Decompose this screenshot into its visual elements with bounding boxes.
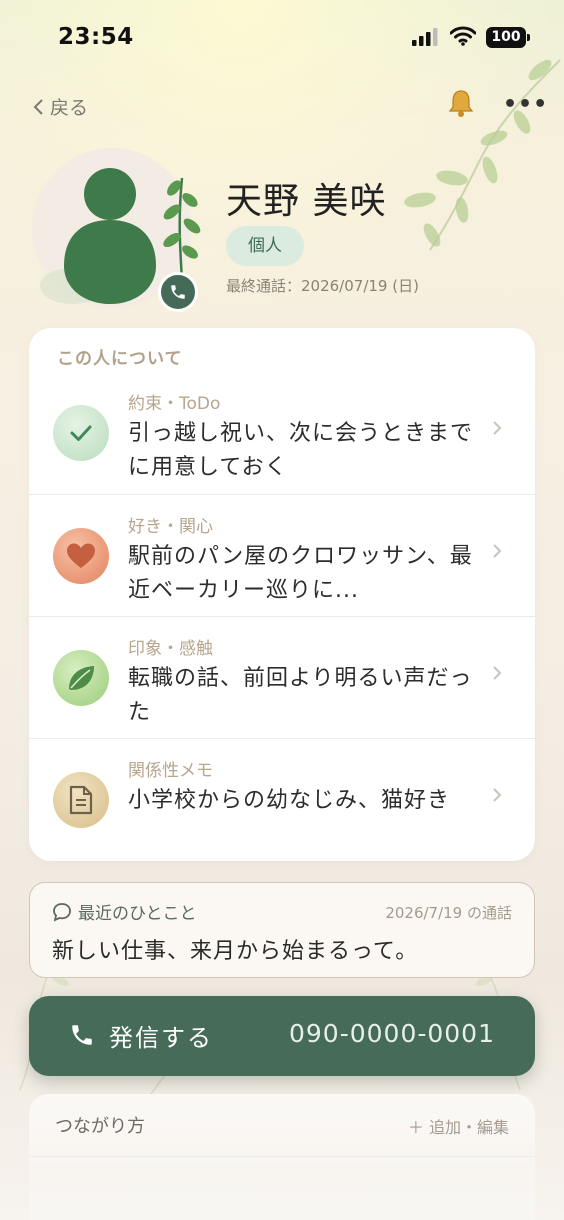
- chevron-right-icon: [493, 544, 502, 558]
- contact-name: 天野 美咲: [226, 181, 387, 222]
- about-item-category: 印象・感触: [128, 639, 213, 659]
- call-button[interactable]: 発信する 090-0000-0001: [29, 996, 535, 1076]
- wifi-icon: [450, 26, 476, 46]
- call-badge: [158, 272, 198, 312]
- connections-section: つながり方 ＋ 追加・編集: [29, 1094, 535, 1220]
- phone-number: 090-0000-0001: [288, 1019, 495, 1048]
- about-item-todo[interactable]: 約束・ToDo 引っ越し祝い、次に会うときまでに用意しておく: [29, 372, 535, 494]
- about-item-text: 駅前のパン屋のクロワッサン、最近ベーカリー巡りに...: [128, 544, 473, 603]
- last-call-date: 最終通話：2026/07/19 (日): [226, 277, 419, 295]
- recent-remark-card[interactable]: 最近のひとこと 2026/7/19 の通話 新しい仕事、来月から始まるって。: [29, 882, 535, 978]
- chevron-right-icon: [493, 666, 502, 680]
- about-title: この人について: [57, 349, 183, 369]
- recent-remark-date: 2026/7/19 の通話: [385, 904, 512, 922]
- divider: [29, 1156, 535, 1157]
- cellular-signal-icon: [412, 28, 438, 46]
- back-button[interactable]: 戻る: [32, 93, 88, 120]
- about-item-impression[interactable]: 印象・感触 転職の話、前回より明るい声だった: [29, 616, 535, 738]
- bell-icon[interactable]: [446, 88, 476, 125]
- avatar: [32, 148, 202, 316]
- chevron-left-icon: [33, 98, 43, 115]
- battery-indicator: 100: [486, 27, 530, 48]
- status-time: 23:54: [58, 24, 134, 50]
- recent-remark-message: 新しい仕事、来月から始まるって。: [52, 939, 419, 964]
- about-item-relationship-memo[interactable]: 関係性メモ 小学校からの幼なじみ、猫好き: [29, 738, 535, 860]
- about-item-text: 転職の話、前回より明るい声だった: [128, 666, 473, 725]
- status-bar: 23:54 100: [0, 0, 564, 76]
- speech-bubble-icon: [53, 902, 71, 922]
- connections-title: つながり方: [55, 1116, 145, 1137]
- relationship-tag[interactable]: 個人: [226, 226, 304, 266]
- about-item-text: 小学校からの幼なじみ、猫好き: [128, 788, 451, 813]
- add-edit-button[interactable]: ＋ 追加・編集: [408, 1114, 509, 1138]
- call-button-label: 発信する: [109, 1024, 213, 1052]
- heart-icon: [53, 528, 109, 584]
- more-options-button[interactable]: •••: [503, 92, 548, 117]
- about-item-category: 関係性メモ: [128, 761, 213, 781]
- about-card: この人について 約束・ToDo 引っ越し祝い、次に会うときまでに用意しておく 好…: [29, 328, 535, 861]
- chevron-right-icon: [493, 421, 502, 435]
- about-item-interest[interactable]: 好き・関心 駅前のパン屋のクロワッサン、最近ベーカリー巡りに...: [29, 494, 535, 616]
- chevron-right-icon: [493, 788, 502, 802]
- about-item-category: 約束・ToDo: [128, 394, 221, 414]
- about-item-category: 好き・関心: [128, 517, 213, 537]
- back-label: 戻る: [50, 97, 89, 119]
- decorative-vine: [404, 59, 561, 251]
- leaf-icon: [53, 650, 109, 706]
- recent-remark-label-wrap: 最近のひとこと: [52, 899, 197, 924]
- phone-icon: [171, 285, 185, 299]
- phone-icon: [72, 1025, 92, 1045]
- about-item-text: 引っ越し祝い、次に会うときまでに用意しておく: [128, 421, 474, 480]
- recent-remark-label: 最近のひとこと: [78, 904, 197, 924]
- document-icon: [53, 772, 109, 828]
- check-icon: [53, 405, 109, 461]
